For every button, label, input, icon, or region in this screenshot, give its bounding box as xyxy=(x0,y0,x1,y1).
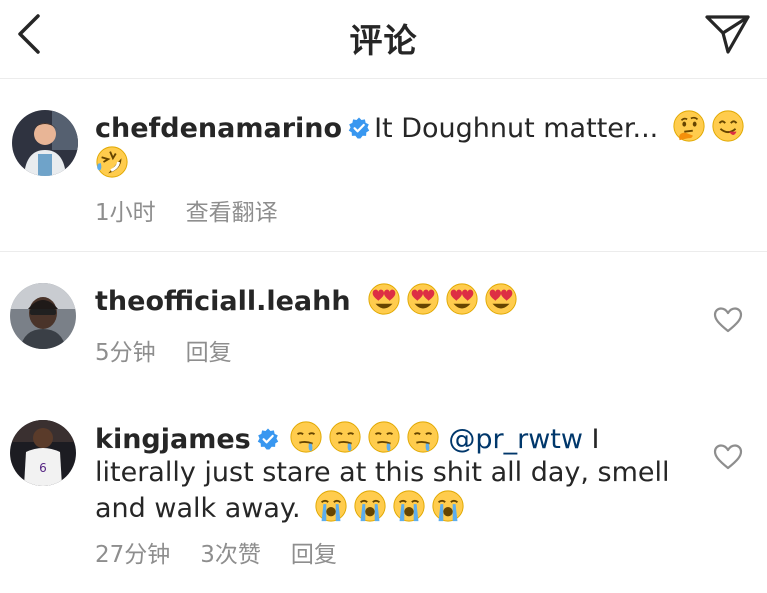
comment-text: theofficiall.leahh xyxy=(95,282,518,318)
caption-text: chefdenamarino It Doughnut matter... xyxy=(95,109,745,181)
caption-block: chefdenamarino It Doughnut matter... 1小时 查… xyxy=(0,79,767,252)
comment-message-2: literally just stare at this shit all da… xyxy=(95,457,670,488)
heart-eyes-emoji-icon xyxy=(445,282,479,316)
comment-username[interactable]: kingjames xyxy=(95,424,251,455)
comment-text: kingjames @pr_rwtw I literally just star… xyxy=(95,420,715,525)
header-bar: 评论 xyxy=(0,0,767,79)
comment-meta: 27分钟 3次赞 回复 xyxy=(95,535,367,569)
loudly-crying-emoji-icon xyxy=(431,489,465,523)
send-icon[interactable] xyxy=(702,10,752,58)
rofl-emoji-icon xyxy=(95,145,129,179)
svg-text:6: 6 xyxy=(39,461,47,475)
comment-time: 5分钟 xyxy=(95,340,156,366)
heart-eyes-emoji-icon xyxy=(406,282,440,316)
page-title: 评论 xyxy=(349,21,418,60)
reply-button[interactable]: 回复 xyxy=(291,542,337,568)
caption-meta: 1小时 查看翻译 xyxy=(95,193,308,227)
mention-link[interactable]: @pr_rwtw xyxy=(448,424,583,455)
avatar[interactable] xyxy=(10,283,76,349)
heart-eyes-emoji-icon xyxy=(367,282,401,316)
loudly-crying-emoji-icon xyxy=(353,489,387,523)
drooling-face-emoji-icon xyxy=(289,420,323,454)
thinking-face-emoji-icon xyxy=(672,109,706,143)
drooling-face-emoji-icon xyxy=(367,420,401,454)
drooling-face-emoji-icon xyxy=(406,420,440,454)
heart-eyes-emoji-icon xyxy=(484,282,518,316)
loudly-crying-emoji-icon xyxy=(392,489,426,523)
comment-message-3: and walk away. xyxy=(95,493,310,524)
translate-link[interactable]: 查看翻译 xyxy=(186,200,278,226)
loudly-crying-emoji-icon xyxy=(314,489,348,523)
heart-icon[interactable] xyxy=(713,306,743,334)
comment-message-1: I xyxy=(582,424,600,455)
comment-time: 27分钟 xyxy=(95,542,171,568)
comment-username[interactable]: theofficiall.leahh xyxy=(95,286,351,317)
reply-button[interactable]: 回复 xyxy=(186,340,232,366)
comment-meta: 5分钟 回复 xyxy=(95,333,262,367)
likes-count[interactable]: 3次赞 xyxy=(200,542,261,568)
caption-time: 1小时 xyxy=(95,200,156,226)
drooling-face-emoji-icon xyxy=(328,420,362,454)
avatar[interactable]: 6 xyxy=(10,420,76,486)
verified-badge-icon xyxy=(348,117,370,139)
caption-username[interactable]: chefdenamarino xyxy=(95,113,342,144)
heart-icon[interactable] xyxy=(713,443,743,471)
caption-message: It Doughnut matter... xyxy=(374,113,659,144)
verified-badge-icon xyxy=(257,428,279,450)
avatar[interactable] xyxy=(12,110,78,176)
yum-face-emoji-icon xyxy=(711,109,745,143)
